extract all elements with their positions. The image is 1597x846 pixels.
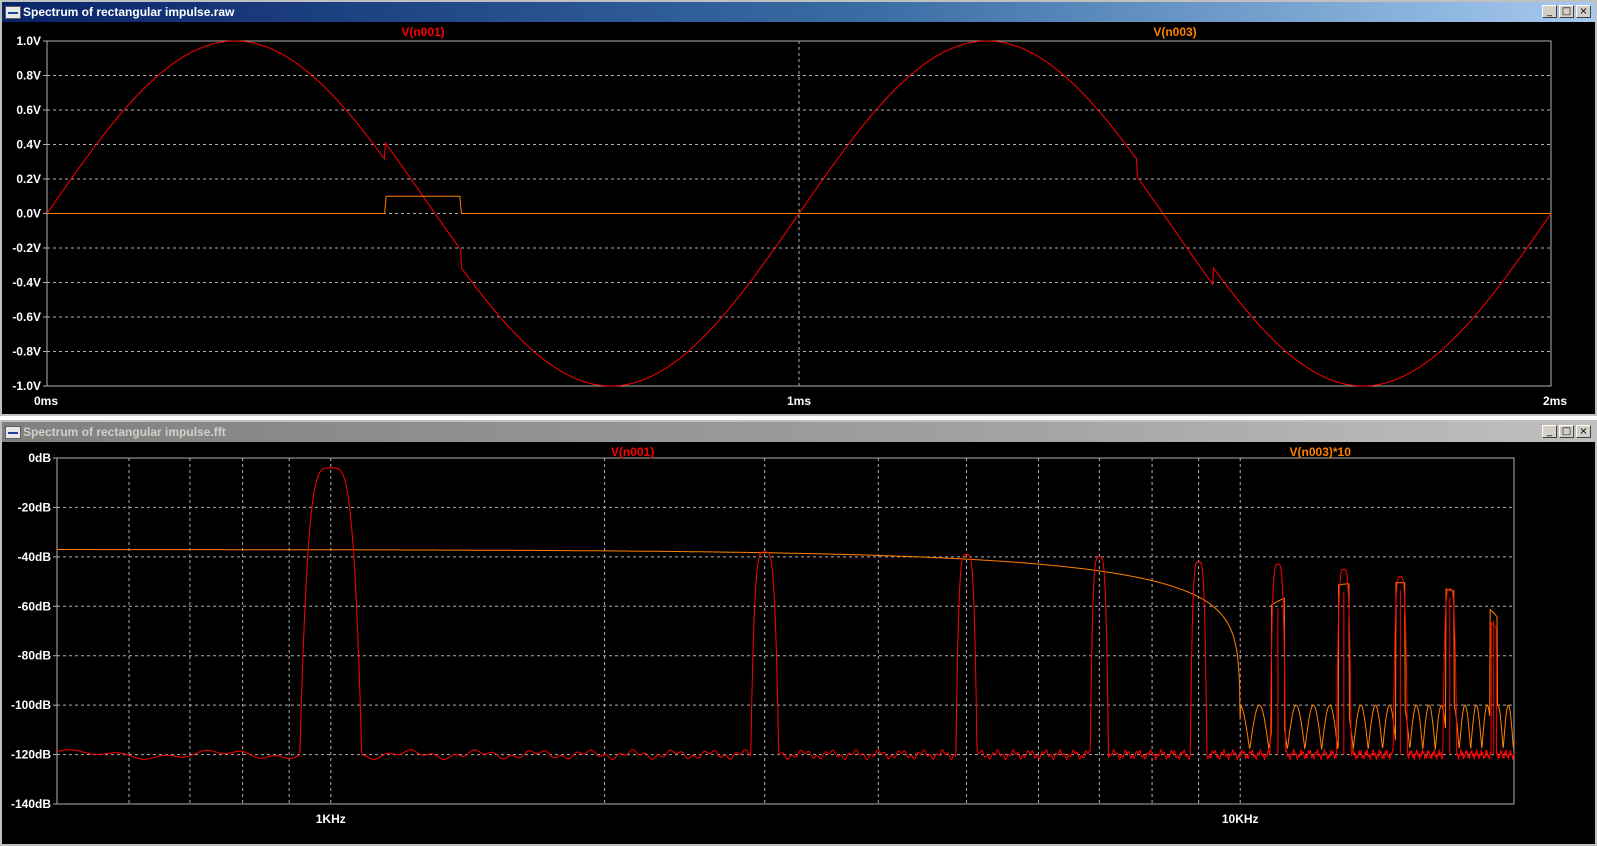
y-tick-label: 0.0V [16,207,41,221]
y-tick-label: -120dB [11,748,51,762]
minimize-icon[interactable]: _ [1542,425,1557,438]
x-tick-label: 1ms [787,394,811,408]
legend-v-n003: V(n003) [1153,25,1196,39]
fft-window: Spectrum of rectangular impulse.fft _ □ … [0,420,1597,846]
x-tick-label: 0ms [34,394,58,408]
y-tick-label: 0.8V [16,69,41,83]
x-tick-label: 1KHz [316,812,346,826]
series-line-v-n003-x10 [57,549,1515,751]
maximize-icon[interactable]: □ [1559,425,1574,438]
y-tick-label: -140dB [11,797,51,811]
title-bar[interactable]: Spectrum of rectangular impulse.raw _ □ … [2,2,1595,22]
legend-v-n003-x10: V(n003)*10 [1290,445,1352,459]
window-title: Spectrum of rectangular impulse.fft [23,425,226,439]
y-tick-label: 0.2V [16,172,41,186]
y-tick-label: -0.2V [12,241,41,255]
legend-v-n001: V(n001) [611,445,654,459]
maximize-icon[interactable]: □ [1559,5,1574,18]
x-tick-label: 2ms [1543,394,1567,408]
y-tick-label: -20dB [18,500,52,514]
plot-frame [56,457,1515,805]
y-tick-label: 0dB [28,451,51,465]
fft-plot[interactable]: 0dB -20dB -40dB -60dB -80dB -100dB -120dB -140d… [2,442,1595,844]
y-tick-label: -80dB [18,649,52,663]
y-tick-label: -0.4V [12,276,41,290]
y-tick-label: -100dB [11,698,51,712]
waveform-window-icon [5,5,21,19]
time-domain-plot[interactable]: 1.0V 0.8V 0.6V 0.4V 0.2V 0.0V -0.2V -0.4V -0.6V -… [2,22,1595,414]
legend-v-n001: V(n001) [401,25,444,39]
minimize-icon[interactable]: _ [1542,5,1557,18]
y-tick-label: 1.0V [16,34,41,48]
window-title: Spectrum of rectangular impulse.raw [23,5,235,19]
x-tick-label: 10KHz [1222,812,1259,826]
y-tick-label: 0.4V [16,138,41,152]
y-tick-label: -60dB [18,599,52,613]
y-tick-label: 0.6V [16,103,41,117]
y-tick-label: -40dB [18,550,52,564]
series-line-v-n001 [56,467,1515,762]
close-icon[interactable]: × [1576,425,1591,438]
waveform-window-icon [5,425,21,439]
y-tick-label: -0.8V [12,345,41,359]
y-tick-label: -0.6V [12,310,41,324]
title-bar[interactable]: Spectrum of rectangular impulse.fft _ □ … [2,422,1595,442]
time-domain-window: Spectrum of rectangular impulse.raw _ □ … [0,0,1597,416]
close-icon[interactable]: × [1576,5,1591,18]
y-tick-label: -1.0V [12,379,41,393]
